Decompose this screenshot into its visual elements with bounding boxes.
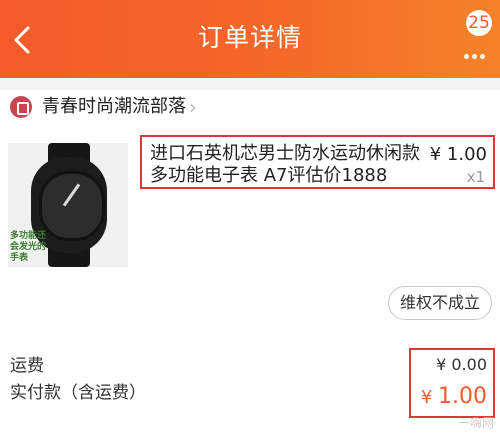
watermark: 一嗨网	[457, 416, 494, 430]
product-name: 进口石英机芯男士防水运动休闲款多功能电子表 A7评估价1888	[150, 143, 420, 186]
product-image-caption: 多功能还会发光的手表	[10, 231, 47, 263]
shop-icon	[10, 96, 32, 118]
amount-summary: ¥ 0.00 ¥ 1.00	[409, 348, 495, 418]
product-image[interactable]: 多功能还会发光的手表	[8, 143, 128, 267]
shop-row[interactable]: 青春时尚潮流部落 ›	[0, 90, 500, 125]
total-currency: ¥	[420, 387, 439, 408]
app-header: 订单详情 25	[0, 0, 500, 78]
notification-badge: 25	[466, 10, 492, 36]
product-quantity: x1	[466, 168, 485, 186]
total-label: 实付款（含运费）	[10, 383, 146, 403]
shop-name: 青春时尚潮流部落	[42, 96, 186, 117]
total-value: 1.00	[438, 384, 487, 409]
shipping-amount: ¥ 0.00	[436, 355, 487, 374]
product-info[interactable]: 进口石英机芯男士防水运动休闲款多功能电子表 A7评估价1888 ¥ 1.00 x…	[140, 135, 495, 189]
page-title: 订单详情	[197, 23, 302, 52]
chevron-right-icon: ›	[189, 95, 197, 119]
total-amount: ¥ 1.00	[421, 384, 487, 411]
section-divider	[0, 78, 500, 90]
rights-status-button[interactable]: 维权不成立	[388, 286, 492, 320]
more-button[interactable]: 25	[462, 10, 492, 59]
product-price: ¥ 1.00	[429, 144, 487, 165]
shipping-label: 运费	[10, 356, 44, 376]
more-dots-icon	[464, 44, 488, 63]
